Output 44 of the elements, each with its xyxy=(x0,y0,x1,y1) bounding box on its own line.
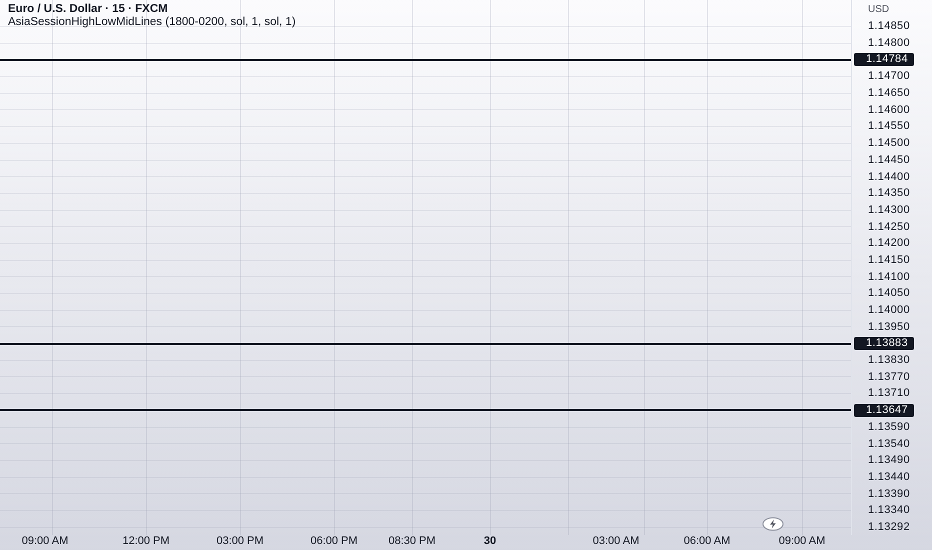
price-label: 1.14550 xyxy=(867,120,910,132)
price-label: 1.14400 xyxy=(867,170,910,183)
price-label: 1.13490 xyxy=(867,454,910,466)
time-label: 12:00 PM xyxy=(122,535,170,547)
time-label: 03:00 AM xyxy=(592,535,640,547)
price-label: 1.13710 xyxy=(867,387,910,400)
price-label: 1.14450 xyxy=(867,154,910,166)
price-label: 1.14650 xyxy=(867,87,910,100)
time-label: 09:00 AM xyxy=(22,535,68,547)
currency-label[interactable]: USD xyxy=(868,4,890,14)
time-label: 09:00 AM xyxy=(778,535,826,547)
lightning-icon[interactable] xyxy=(762,517,784,532)
price-label: 1.14700 xyxy=(867,70,910,82)
price-label: 1.13540 xyxy=(867,438,910,450)
price-label: 1.14600 xyxy=(867,104,910,116)
price-label: 1.13830 xyxy=(867,354,910,366)
price-label: 1.14350 xyxy=(867,187,910,200)
price-label: 1.14250 xyxy=(867,220,910,233)
price-label: 1.14800 xyxy=(867,37,910,50)
price-label: 1.13440 xyxy=(867,470,910,483)
price-label: 1.13770 xyxy=(867,370,910,383)
price-label: 1.14500 xyxy=(867,137,910,150)
time-label: 06:00 AM xyxy=(684,535,730,547)
price-label: 1.13292 xyxy=(867,520,910,533)
price-label: 1.14300 xyxy=(867,204,910,216)
time-label: 30 xyxy=(484,535,496,547)
price-label: 1.14150 xyxy=(867,254,910,266)
price-label: 1.13390 xyxy=(867,488,910,500)
price-label: 1.14200 xyxy=(867,237,910,250)
price-label: 1.13950 xyxy=(867,320,910,333)
price-label: 1.13340 xyxy=(867,504,910,516)
price-label: 1.13590 xyxy=(867,420,910,433)
price-marker: 1.13647 xyxy=(854,404,914,417)
price-label: 1.14050 xyxy=(867,287,910,300)
time-label: 08:30 PM xyxy=(388,535,436,547)
time-label: 03:00 PM xyxy=(216,535,264,547)
price-label: 1.14000 xyxy=(867,304,910,316)
indicator-label[interactable]: AsiaSessionHighLowMidLines (1800-0200, sol, 1, sol, 1) xyxy=(8,16,296,28)
time-label: 06:00 PM xyxy=(310,535,358,547)
price-label: 1.14850 xyxy=(867,20,910,32)
price-marker: 1.14784 xyxy=(854,53,914,66)
symbol-title[interactable]: Euro / U.S. Dollar · 15 · FXCM xyxy=(8,3,296,15)
price-label: 1.14100 xyxy=(867,270,910,283)
price-marker: 1.13883 xyxy=(854,336,914,350)
